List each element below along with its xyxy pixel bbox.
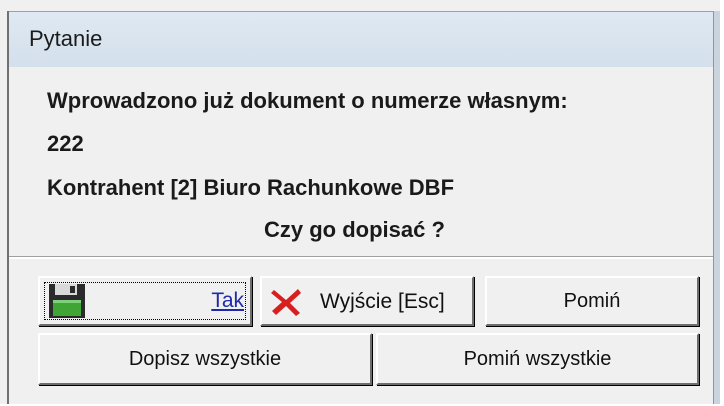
window-title: Pytanie (29, 26, 103, 51)
message-area: Wprowadzono już dokument o numerze własn… (9, 67, 713, 255)
skip-all-button[interactable]: Pomiń wszystkie (376, 333, 699, 385)
add-all-button[interactable]: Dopisz wszystkie (38, 333, 372, 385)
message-line-contractor: Kontrahent [2] Biuro Rachunkowe DBF (47, 175, 455, 200)
yes-button-label: Tak (211, 289, 244, 312)
exit-button[interactable]: Wyjście [Esc] (260, 276, 474, 326)
separator-highlight (9, 257, 713, 259)
title-bar[interactable]: Pytanie (9, 11, 713, 68)
exit-button-label: Wyjście [Esc] (320, 290, 445, 313)
skip-button-label: Pomiń (563, 289, 621, 312)
question-dialog: Pytanie Wprowadzono już dokument o numer… (0, 0, 720, 404)
window-border-right (713, 11, 720, 404)
floppy-disk-icon (49, 284, 85, 318)
add-all-button-label: Dopisz wszystkie (128, 347, 282, 370)
message-line-duplicate: Wprowadzono już dokument o numerze własn… (47, 88, 568, 113)
skip-all-button-label: Pomiń wszystkie (463, 347, 612, 370)
message-line-number: 222 (47, 131, 84, 156)
red-x-icon (271, 289, 301, 316)
dialog-bottom-edge (9, 394, 713, 404)
yes-button[interactable]: Tak (38, 276, 252, 326)
message-question: Czy go dopisać ? (264, 217, 445, 242)
skip-button[interactable]: Pomiń (485, 276, 699, 326)
